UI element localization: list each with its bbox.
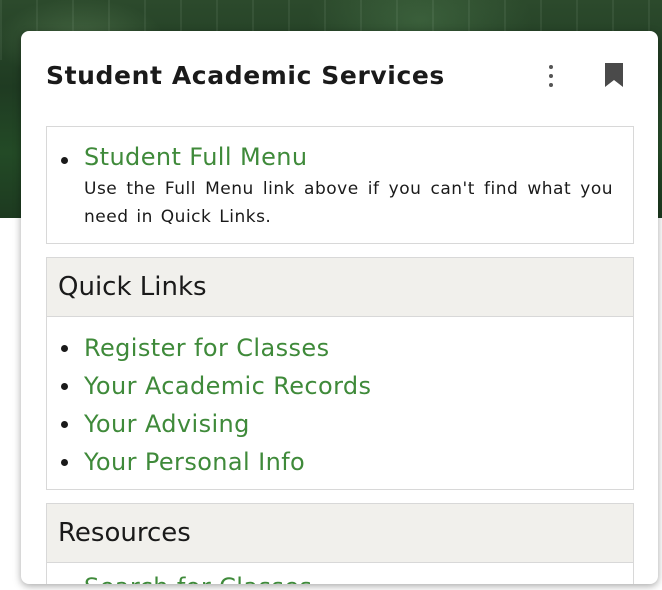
resources-section: Resources Search for Classes xyxy=(46,503,634,584)
list-item: Register for Classes xyxy=(61,329,633,367)
card-title: Student Academic Services xyxy=(46,61,445,90)
list-item: Your Personal Info xyxy=(61,443,633,481)
advising-link[interactable]: Your Advising xyxy=(84,410,250,438)
personal-info-link[interactable]: Your Personal Info xyxy=(84,448,305,476)
list-item: Your Advising xyxy=(61,405,633,443)
list-item: Student Full Menu Use the Full Menu link… xyxy=(61,143,633,231)
full-menu-description: Use the Full Menu link above if you can'… xyxy=(84,179,613,227)
search-for-classes-link[interactable]: Search for Classes xyxy=(84,573,312,584)
more-vertical-icon[interactable] xyxy=(542,63,560,89)
list-item: Search for Classes xyxy=(61,573,633,584)
quick-links-section: Quick Links Register for Classes Your Ac… xyxy=(46,257,634,490)
list-item: Your Academic Records xyxy=(61,367,633,405)
bookmark-icon[interactable] xyxy=(604,62,624,88)
register-for-classes-link[interactable]: Register for Classes xyxy=(84,334,329,362)
resources-heading: Resources xyxy=(47,504,633,563)
academic-records-link[interactable]: Your Academic Records xyxy=(84,372,371,400)
student-full-menu-link[interactable]: Student Full Menu xyxy=(84,143,307,171)
student-services-card: Student Academic Services Student Full M… xyxy=(21,31,658,584)
full-menu-section: Student Full Menu Use the Full Menu link… xyxy=(46,126,634,244)
quick-links-heading: Quick Links xyxy=(47,258,633,317)
